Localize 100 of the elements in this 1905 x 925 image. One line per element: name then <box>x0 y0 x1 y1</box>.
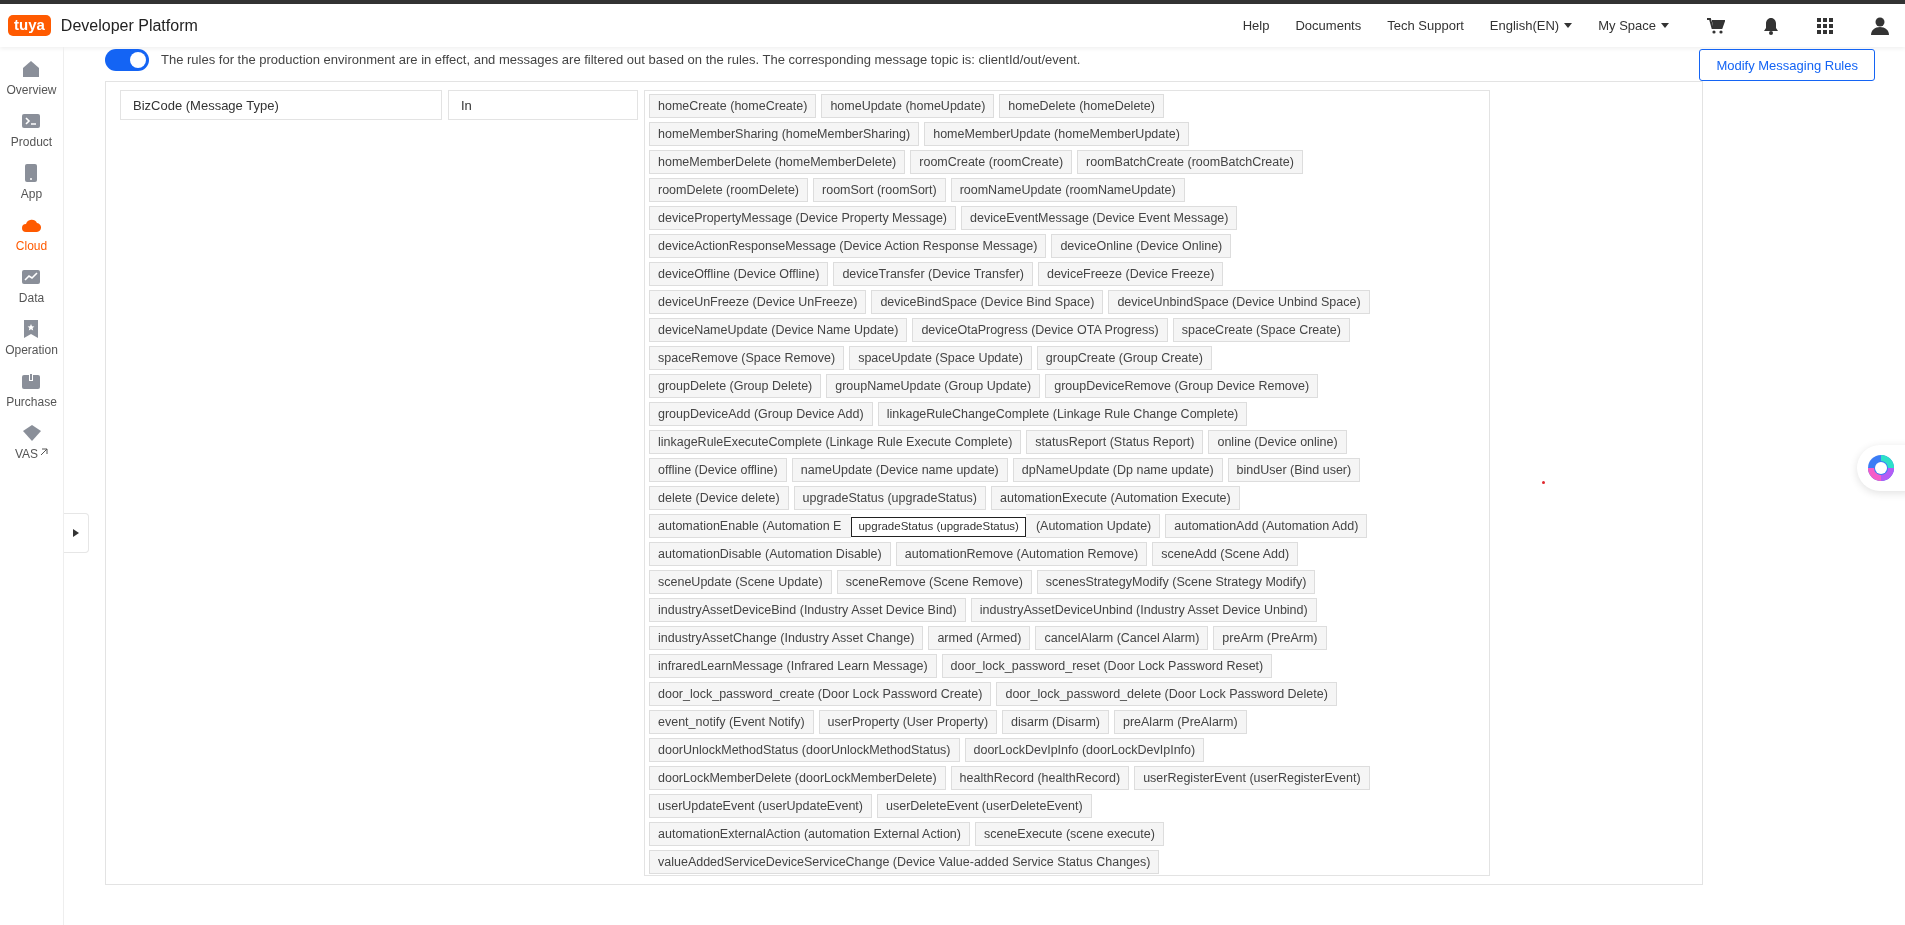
message-tag[interactable]: door_lock_password_create (Door Lock Password Create) <box>649 682 992 706</box>
message-tag[interactable]: homeCreate (homeCreate) <box>649 94 817 118</box>
message-tag[interactable]: deviceUnbindSpace (Device Unbind Space) <box>1108 290 1370 314</box>
message-tag[interactable]: sceneExecute (scene execute) <box>974 822 1164 846</box>
message-tag[interactable]: automationAdd (Automation Add) <box>1165 514 1368 538</box>
sidebar-item[interactable]: Overview <box>6 59 57 97</box>
message-tag[interactable]: deviceNameUpdate (Device Name Update) <box>649 318 908 342</box>
message-tag[interactable]: cancelAlarm (Cancel Alarm) <box>1035 626 1209 650</box>
message-tag[interactable]: industryAssetDeviceBind (Industry Asset Device Bind) <box>649 598 966 622</box>
message-tag[interactable]: roomCreate (roomCreate) <box>910 150 1073 174</box>
message-tag[interactable]: armed (Armed) <box>928 626 1031 650</box>
message-tag[interactable]: healthRecord (healthRecord) <box>950 766 1130 790</box>
grid-icon[interactable] <box>1817 17 1833 34</box>
house-icon <box>21 59 42 79</box>
message-tag[interactable]: homeMemberUpdate (homeMemberUpdate) <box>924 122 1189 146</box>
field-select[interactable]: BizCode (Message Type) <box>120 90 442 120</box>
message-tag[interactable]: (Automation Update) <box>1025 514 1161 538</box>
message-tag[interactable]: linkageRuleExecuteComplete (Linkage Rule Execute Complete) <box>649 430 1022 454</box>
message-tag[interactable]: spaceUpdate (Space Update) <box>849 346 1032 370</box>
message-tag[interactable]: roomBatchCreate (roomBatchCreate) <box>1077 150 1303 174</box>
message-tag[interactable]: scenesStrategyModify (Scene Strategy Modify) <box>1036 570 1316 594</box>
message-tag[interactable]: roomNameUpdate (roomNameUpdate) <box>950 178 1185 202</box>
message-tag[interactable]: dpNameUpdate (Dp name update) <box>1012 458 1223 482</box>
message-tag[interactable]: automationRemove (Automation Remove) <box>895 542 1148 566</box>
cart-icon[interactable] <box>1707 17 1725 34</box>
message-tag[interactable]: homeDelete (homeDelete) <box>999 94 1164 118</box>
modify-rules-button[interactable]: Modify Messaging Rules <box>1699 49 1875 81</box>
message-tag[interactable]: homeMemberSharing (homeMemberSharing) <box>649 122 920 146</box>
message-tag[interactable]: industryAssetDeviceUnbind (Industry Asset Device Unbind) <box>970 598 1317 622</box>
bell-icon[interactable] <box>1763 16 1779 35</box>
message-tag[interactable]: roomDelete (roomDelete) <box>649 178 809 202</box>
message-tag[interactable]: deviceFreeze (Device Freeze) <box>1037 262 1224 286</box>
message-tag[interactable]: doorLockDevIpInfo (doorLockDevIpInfo) <box>964 738 1205 762</box>
sidebar-item[interactable]: Purchase <box>6 371 57 409</box>
message-tag[interactable]: userDeleteEvent (userDeleteEvent) <box>877 794 1092 818</box>
message-tag[interactable]: automationExternalAction (automation External Action) <box>649 822 970 846</box>
message-tag[interactable]: preArm (PreArm) <box>1213 626 1327 650</box>
message-tag[interactable]: statusReport (Status Report) <box>1026 430 1204 454</box>
sidebar-item[interactable]: App <box>20 163 43 201</box>
message-tag[interactable]: sceneUpdate (Scene Update) <box>649 570 832 594</box>
nav-link[interactable]: My Space <box>1598 18 1669 33</box>
sidebar-item[interactable]: Product <box>10 111 53 149</box>
message-tag[interactable]: userUpdateEvent (userUpdateEvent) <box>649 794 872 818</box>
message-tag[interactable]: preAlarm (PreAlarm) <box>1113 710 1247 734</box>
message-tag[interactable]: deviceTransfer (Device Transfer) <box>833 262 1033 286</box>
message-tag[interactable]: door_lock_password_delete (Door Lock Password Delete) <box>996 682 1337 706</box>
message-tag[interactable]: door_lock_password_reset (Door Lock Password Reset) <box>941 654 1273 678</box>
message-tag[interactable]: deviceBindSpace (Device Bind Space) <box>871 290 1104 314</box>
message-tag[interactable]: sceneAdd (Scene Add) <box>1152 542 1299 566</box>
message-tag[interactable]: online (Device online) <box>1208 430 1347 454</box>
message-tag[interactable]: deviceOtaProgress (Device OTA Progress) <box>912 318 1168 342</box>
message-tag[interactable]: delete (Device delete) <box>649 486 789 510</box>
message-tag[interactable]: automationEnable (Automation E <box>649 514 852 538</box>
operator-select[interactable]: In <box>448 90 638 120</box>
user-icon[interactable] <box>1871 16 1889 35</box>
message-tag[interactable]: sceneRemove (Scene Remove) <box>836 570 1032 594</box>
message-tag[interactable]: infraredLearnMessage (Infrared Learn Message) <box>649 654 937 678</box>
message-tag[interactable]: offline (Device offline) <box>649 458 787 482</box>
message-tag[interactable]: deviceEventMessage (Device Event Message) <box>961 206 1238 230</box>
message-tag[interactable]: homeUpdate (homeUpdate) <box>821 94 995 118</box>
swirl-icon <box>1867 454 1895 482</box>
message-tag[interactable]: automationDisable (Automation Disable) <box>649 542 891 566</box>
message-tag[interactable]: groupDelete (Group Delete) <box>649 374 822 398</box>
message-tag[interactable]: deviceUnFreeze (Device UnFreeze) <box>649 290 867 314</box>
message-tag[interactable]: groupDeviceRemove (Group Device Remove) <box>1045 374 1319 398</box>
message-tag[interactable]: deviceOffline (Device Offline) <box>649 262 829 286</box>
nav-link[interactable]: English(EN) <box>1489 18 1573 33</box>
sidebar-item[interactable]: Data <box>18 267 45 305</box>
message-tag[interactable]: automationExecute (Automation Execute) <box>991 486 1240 510</box>
message-tag[interactable]: userProperty (User Property) <box>818 710 998 734</box>
message-tag[interactable]: upgradeStatus (upgradeStatus) <box>793 486 987 510</box>
message-tag[interactable]: disarm (Disarm) <box>1002 710 1109 734</box>
message-tag[interactable]: bindUser (Bind user) <box>1227 458 1361 482</box>
message-tag[interactable]: devicePropertyMessage (Device Property Message) <box>649 206 956 230</box>
message-tag[interactable]: groupDeviceAdd (Group Device Add) <box>649 402 873 426</box>
message-tag[interactable]: spaceRemove (Space Remove) <box>649 346 845 370</box>
sidebar-item[interactable]: VAS <box>14 423 49 461</box>
message-tag[interactable]: homeMemberDelete (homeMemberDelete) <box>649 150 906 174</box>
nav-link[interactable]: Documents <box>1295 18 1362 33</box>
message-tag[interactable]: spaceCreate (Space Create) <box>1172 318 1350 342</box>
message-tag[interactable]: doorLockMemberDelete (doorLockMemberDelete) <box>649 766 946 790</box>
toggle-switch[interactable] <box>105 49 149 71</box>
message-tag[interactable]: linkageRuleChangeComplete (Linkage Rule Change Complete) <box>877 402 1248 426</box>
nav-link[interactable]: Tech Support <box>1387 18 1464 33</box>
message-tag[interactable]: roomSort (roomSort) <box>813 178 946 202</box>
assistant-button[interactable] <box>1857 445 1905 491</box>
message-tag[interactable]: deviceOnline (Device Online) <box>1051 234 1232 258</box>
collapse-handle[interactable] <box>64 513 89 553</box>
sidebar-item[interactable]: Operation <box>5 319 58 357</box>
message-tag[interactable]: valueAddedServiceDeviceServiceChange (Device Value-added Service Status Changes) <box>649 850 1160 874</box>
message-tag[interactable]: nameUpdate (Device name update) <box>791 458 1008 482</box>
message-tag[interactable]: groupNameUpdate (Group Update) <box>826 374 1041 398</box>
message-tag[interactable]: event_notify (Event Notify) <box>649 710 814 734</box>
message-tag[interactable]: industryAssetChange (Industry Asset Change) <box>649 626 924 650</box>
message-tag[interactable]: userRegisterEvent (userRegisterEvent) <box>1134 766 1370 790</box>
nav-link[interactable]: Help <box>1242 18 1270 33</box>
message-tag[interactable]: deviceActionResponseMessage (Device Action Response Message) <box>649 234 1047 258</box>
message-tag[interactable]: doorUnlockMethodStatus (doorUnlockMethodStatus) <box>649 738 960 762</box>
message-tag[interactable]: groupCreate (Group Create) <box>1036 346 1212 370</box>
external-link-icon <box>40 448 49 456</box>
